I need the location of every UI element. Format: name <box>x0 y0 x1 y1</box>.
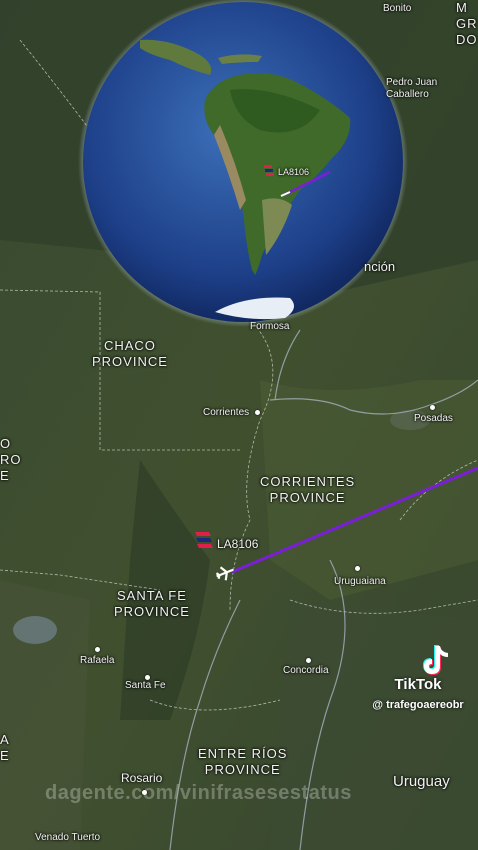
city-pedro-juan-caballero: Pedro Juan Caballero <box>386 77 438 100</box>
inset-flight-label: LA8106 <box>278 167 310 177</box>
city-corrientes: Corrientes <box>203 407 250 418</box>
watermark-text: dagente.com/vinifrasesestatus <box>45 782 352 804</box>
city-posadas: Posadas <box>414 413 453 424</box>
city-concordia-dot <box>306 658 311 663</box>
city-asuncion: nción <box>364 259 396 274</box>
tiktok-handle[interactable]: @ trafegoaereobr <box>360 699 476 711</box>
city-concordia: Concordia <box>283 665 329 676</box>
city-bonito: Bonito <box>383 3 412 14</box>
city-uruguaiana: Uruguaiana <box>334 576 386 587</box>
flight-callsign-label[interactable]: LA8106 <box>217 537 258 551</box>
city-venado-tuerto: Venado Tuerto <box>35 832 101 843</box>
tiktok-brand: TikTok <box>394 676 442 693</box>
edge-label-left-mid: O RO E <box>0 436 22 483</box>
city-uruguaiana-dot <box>355 566 360 571</box>
satellite-map[interactable] <box>0 0 478 850</box>
city-formosa: Formosa <box>250 321 290 332</box>
province-santa-fe: SANTA FE PROVINCE <box>114 588 190 619</box>
city-rafaela-dot <box>95 647 100 652</box>
edge-label-top-right: M GR DO <box>456 0 478 47</box>
city-santa-fe: Santa Fe <box>125 680 166 691</box>
city-rafaela: Rafaela <box>80 655 115 666</box>
tiktok-overlay: TikTok @ trafegoaereobr <box>360 640 476 711</box>
country-uruguay: Uruguay <box>393 773 450 790</box>
edge-label-left-low: A E <box>0 732 10 763</box>
city-corrientes-dot <box>255 410 260 415</box>
province-chaco: CHACO PROVINCE <box>92 338 168 369</box>
province-corrientes: CORRIENTES PROVINCE <box>260 474 356 505</box>
city-posadas-dot <box>430 405 435 410</box>
province-entre-rios: ENTRE RÍOS PROVINCE <box>198 746 288 777</box>
globe-inset <box>78 0 408 327</box>
